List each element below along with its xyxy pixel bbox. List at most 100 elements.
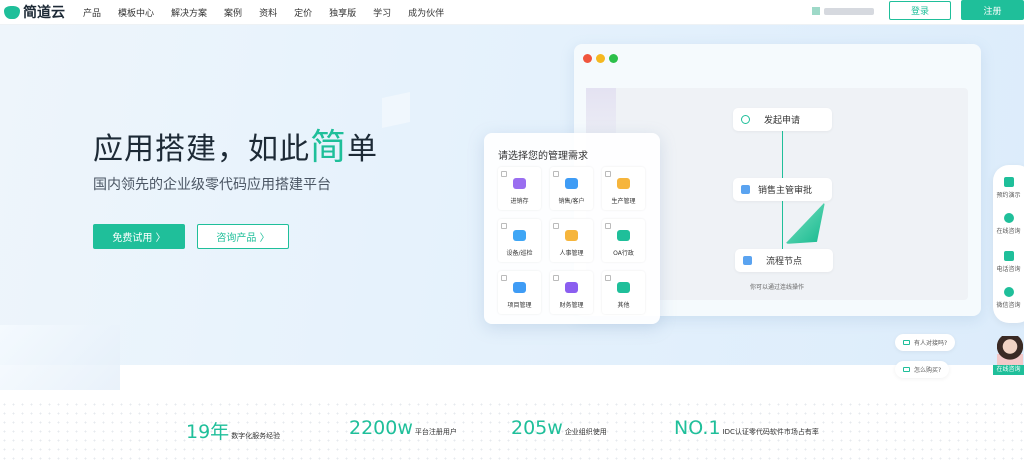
flow-hint: 你可以通过连线操作	[750, 284, 805, 291]
login-button[interactable]: 登录	[889, 1, 951, 20]
stat-label: 数字化服务经验	[231, 432, 281, 440]
decorative-cube-small	[382, 92, 410, 128]
sidebar-label: 在线咨询	[996, 228, 1021, 235]
hero-subtitle: 国内领先的企业级零代码应用搭建平台	[93, 177, 331, 193]
need-tile[interactable]: 项目管理	[498, 271, 541, 314]
sidebar-item-phone[interactable]: 电话咨询	[993, 251, 1024, 273]
stat-label: 企业组织使用	[564, 428, 607, 436]
stats-bar: 19年 数字化服务经验 2200w 平台注册用户 205w 企业组织使用 NO.1 ID…	[0, 400, 1024, 461]
flow-connector	[782, 131, 783, 178]
tile-label: 人事管理	[559, 250, 584, 257]
calendar-edit-icon	[1003, 177, 1014, 187]
tile-label: 销售/客户	[558, 198, 585, 205]
menu-item[interactable]: 定价	[294, 6, 312, 19]
tile-label: 其他	[617, 302, 630, 309]
need-tile[interactable]: 财务管理	[550, 271, 593, 314]
stat-item: NO.1 IDC认证零代码软件市场占有率	[674, 417, 819, 439]
user-account[interactable]	[812, 7, 874, 15]
decorative-cube	[0, 325, 120, 390]
title-text-end: 单	[347, 132, 379, 167]
user-avatar-icon	[812, 7, 820, 15]
logo[interactable]: 简道云	[4, 2, 65, 22]
flow-node-generic[interactable]: 流程节点	[735, 249, 833, 272]
needs-selection-card: 请选择您的管理需求 进销存 销售/客户 生产管理 设备/巡检 人事管理 OA行政 项目管理 财…	[484, 133, 660, 324]
need-tile[interactable]: 设备/巡检	[498, 219, 541, 262]
tile-label: 项目管理	[507, 302, 532, 309]
category-icon	[617, 282, 630, 293]
category-icon	[565, 178, 578, 189]
stat-value: 19年	[186, 421, 230, 443]
message-icon	[903, 367, 910, 372]
need-tile[interactable]: 生产管理	[602, 167, 645, 210]
sidebar-label: 预约演示	[996, 192, 1021, 199]
need-tile[interactable]: 人事管理	[550, 219, 593, 262]
stat-item: 19年 数字化服务经验	[186, 417, 280, 444]
stat-value: 2200w	[349, 417, 413, 439]
chat-bubble[interactable]: 有人对接吗?	[895, 334, 956, 351]
sidebar-item-wechat[interactable]: 微信咨询	[993, 287, 1024, 309]
stat-item: 205w 企业组织使用	[511, 417, 607, 439]
hero-title: 应用搭建，如此简单	[93, 118, 378, 170]
menu-item[interactable]: 成为伙伴	[408, 6, 444, 19]
window-dot-green	[609, 54, 618, 63]
checkbox[interactable]	[553, 223, 559, 229]
floating-sidebar: 预约演示 在线咨询 电话咨询 微信咨询	[993, 165, 1024, 323]
menu-item[interactable]: 学习	[373, 6, 391, 19]
sidebar-item-online[interactable]: 在线咨询	[993, 213, 1024, 235]
title-highlight: 简	[310, 127, 348, 168]
node-label: 销售主管审批	[758, 186, 813, 196]
category-icon	[617, 178, 630, 189]
stat-item: 2200w 平台注册用户	[349, 417, 457, 439]
category-icon	[513, 178, 526, 189]
checkbox[interactable]	[605, 171, 611, 177]
menu-item[interactable]: 解决方案	[171, 6, 207, 19]
checkbox[interactable]	[501, 223, 507, 229]
title-text: 应用搭建，如此	[93, 132, 310, 167]
flow-connector	[782, 201, 783, 249]
sidebar-label: 电话咨询	[996, 266, 1021, 273]
chat-bubble[interactable]: 怎么购买?	[895, 361, 950, 378]
consult-product-button[interactable]: 咨询产品 〉	[197, 224, 289, 249]
online-consult-label[interactable]: 在线咨询	[993, 365, 1024, 375]
need-tile[interactable]: 进销存	[498, 167, 541, 210]
flow-node-start[interactable]: 发起申请	[733, 108, 832, 131]
sidebar-label: 微信咨询	[996, 302, 1021, 309]
need-tile[interactable]: OA行政	[602, 219, 645, 262]
tile-label: OA行政	[613, 250, 634, 257]
blurred-username	[824, 7, 874, 15]
checkbox[interactable]	[553, 275, 559, 281]
menu-item[interactable]: 独享版	[329, 6, 356, 19]
window-dot-yellow	[596, 54, 605, 63]
register-button[interactable]: 注册	[961, 0, 1024, 20]
checkbox[interactable]	[553, 171, 559, 177]
checkbox[interactable]	[605, 223, 611, 229]
brand-name: 简道云	[23, 5, 65, 21]
category-icon	[565, 230, 578, 241]
tile-label: 设备/巡检	[506, 250, 533, 257]
play-icon	[741, 115, 750, 124]
free-trial-button[interactable]: 免费试用 〉	[93, 224, 185, 249]
main-menu: 产品 模板中心 解决方案 案例 资料 定价 独享版 学习 成为伙伴	[83, 6, 461, 19]
menu-item[interactable]: 资料	[259, 6, 277, 19]
form-icon	[741, 185, 750, 194]
menu-item[interactable]: 模板中心	[118, 6, 154, 19]
menu-item[interactable]: 产品	[83, 6, 101, 19]
stat-label: IDC认证零代码软件市场占有率	[722, 428, 819, 436]
need-tile[interactable]: 销售/客户	[550, 167, 593, 210]
checkbox[interactable]	[501, 275, 507, 281]
menu-item[interactable]: 案例	[224, 6, 242, 19]
sidebar-item-demo[interactable]: 预约演示	[993, 177, 1024, 199]
form-icon	[743, 256, 752, 265]
need-tile[interactable]: 其他	[602, 271, 645, 314]
bubble-text: 有人对接吗?	[914, 340, 948, 347]
flow-node-approval[interactable]: 销售主管审批	[733, 178, 832, 201]
agent-avatar[interactable]	[997, 336, 1023, 366]
category-icon	[617, 230, 630, 241]
category-icon	[565, 282, 578, 293]
phone-icon	[1003, 251, 1014, 261]
checkbox[interactable]	[501, 171, 507, 177]
checkbox[interactable]	[605, 275, 611, 281]
message-icon	[903, 340, 910, 345]
wechat-icon	[1003, 287, 1014, 297]
chat-icon	[1003, 213, 1014, 223]
